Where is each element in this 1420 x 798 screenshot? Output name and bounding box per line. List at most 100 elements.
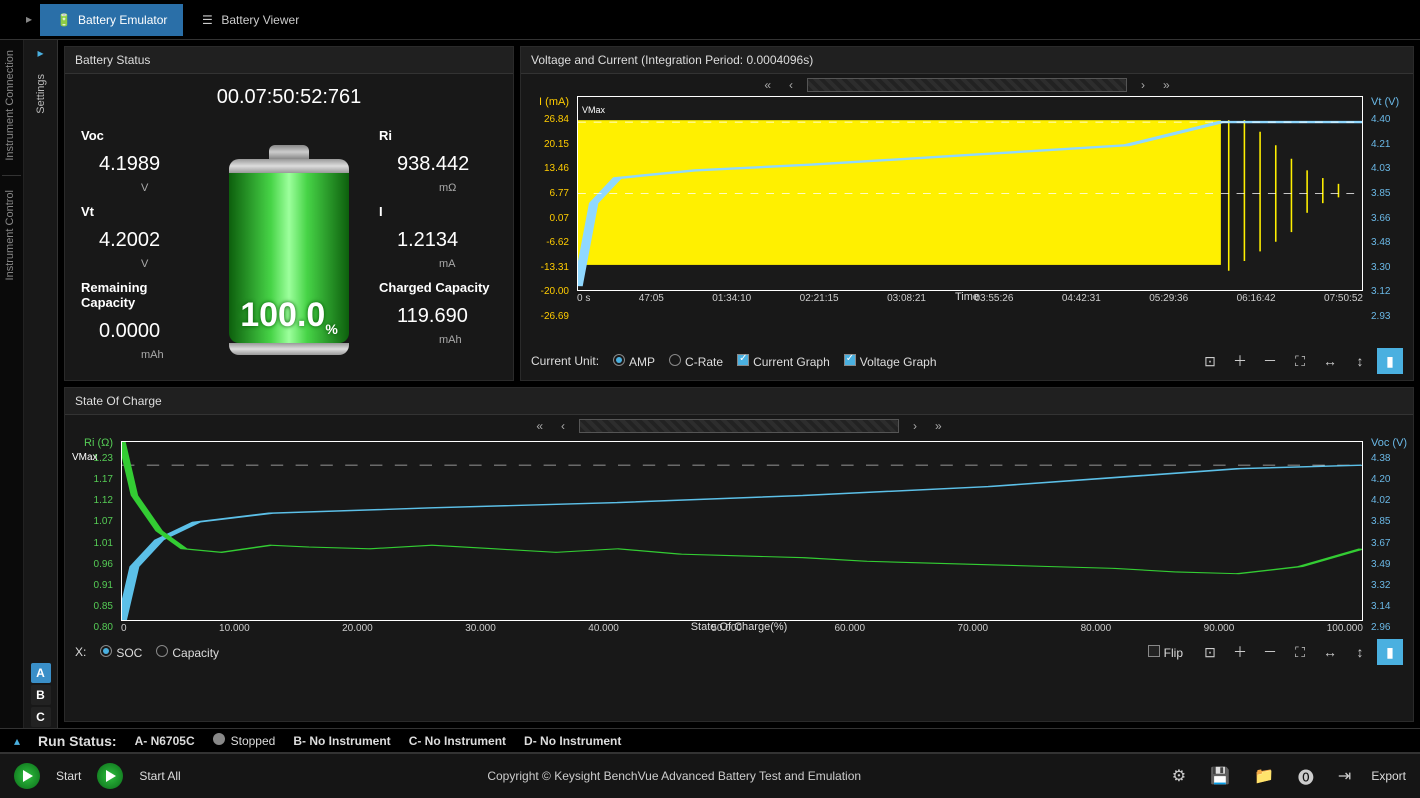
elapsed-time: 00.07:50:52:761 [71, 82, 507, 128]
right-y-ticks: 4.404.214.033.853.663.483.303.122.93 [1367, 114, 1413, 322]
remaining-capacity-unit: mAh [81, 349, 199, 361]
settings-label[interactable]: Settings [35, 66, 47, 122]
scroll-track[interactable] [807, 78, 1127, 92]
nav-first-icon[interactable]: « [760, 78, 775, 92]
sidebar-instrument-connection[interactable]: Instrument Connection [0, 40, 23, 171]
check-current-graph[interactable]: Current Graph [737, 354, 830, 369]
ri-value: 938.442 [379, 153, 497, 176]
right-axis-label: Vt (V) [1367, 96, 1413, 108]
soc-plot-area[interactable]: VMax [121, 441, 1363, 621]
zoom-out-icon[interactable]: － [1257, 639, 1283, 665]
vt-value: 4.2002 [81, 229, 199, 252]
battery-icon: 🔋 [56, 12, 72, 28]
voltage-current-panel: Voltage and Current (Integration Period:… [520, 46, 1414, 381]
scroll-track[interactable] [579, 419, 899, 433]
radio-soc[interactable]: SOC [100, 645, 142, 660]
nav-last-icon[interactable]: » [1159, 78, 1174, 92]
battery-graphic-icon: 100.0% [229, 145, 349, 355]
start-button-icon[interactable] [14, 763, 40, 789]
fit-icon[interactable]: ⛶ [1287, 639, 1313, 665]
zoom-region-icon[interactable]: ⊡ [1197, 639, 1223, 665]
check-flip[interactable]: Flip [1148, 645, 1183, 660]
left-sidebar: Instrument Connection Instrument Control [0, 40, 24, 753]
left-y-ticks: 26.8420.1513.466.770.07-6.62-13.31-20.00… [521, 114, 573, 322]
fit-x-icon[interactable]: ↔ [1317, 639, 1343, 665]
start-label: Start [56, 769, 81, 783]
i-value: 1.2134 [379, 229, 497, 252]
copyright-text: Copyright © Keysight BenchVue Advanced B… [487, 769, 861, 783]
zoom-in-icon[interactable]: ＋ [1227, 639, 1253, 665]
x-ticks: 010.00020.00030.00040.00050.00060.00070.… [121, 623, 1363, 634]
vt-label: Vt [81, 204, 199, 219]
vt-unit: V [81, 258, 199, 270]
i-unit: mA [379, 258, 497, 270]
voc-unit: V [81, 182, 199, 194]
fit-y-icon[interactable]: ↕ [1347, 348, 1373, 374]
vmax-annotation: VMax [582, 105, 605, 115]
settings-gear-icon[interactable]: ⚙ [1168, 766, 1190, 786]
cursor-icon[interactable]: ▮ [1377, 348, 1403, 374]
channel-c[interactable]: C [31, 707, 51, 727]
stack-icon: ☰ [199, 12, 215, 28]
settings-sidebar: ▸ Settings A B C D [24, 40, 58, 753]
remaining-capacity-value: 0.0000 [81, 320, 199, 343]
nav-prev-icon[interactable]: ‹ [557, 419, 569, 433]
expand-settings-icon[interactable]: ▸ [24, 40, 57, 66]
zoom-in-icon[interactable]: ＋ [1227, 348, 1253, 374]
scroll-nav: « ‹ › » [521, 74, 1413, 96]
tab-label: Battery Emulator [78, 13, 167, 27]
zoom-out-icon[interactable]: － [1257, 348, 1283, 374]
tab-battery-viewer[interactable]: ☰ Battery Viewer [183, 4, 315, 36]
panel-title: Battery Status [65, 47, 513, 74]
nav-first-icon[interactable]: « [532, 419, 547, 433]
nav-next-icon[interactable]: › [909, 419, 921, 433]
export-label[interactable]: Export [1371, 769, 1406, 783]
status-b: B- No Instrument [293, 734, 390, 748]
voc-value: 4.1989 [81, 153, 199, 176]
cursor-icon[interactable]: ▮ [1377, 639, 1403, 665]
start-all-label: Start All [139, 769, 180, 783]
left-axis-label: Ri (Ω) [65, 437, 117, 449]
status-a-state: Stopped [213, 733, 276, 748]
charged-capacity-unit: mAh [379, 334, 497, 346]
status-d: D- No Instrument [524, 734, 621, 748]
zoom-region-icon[interactable]: ⊡ [1197, 348, 1223, 374]
soc-panel: State Of Charge « ‹ › » Ri (Ω) Voc (V) 1… [64, 387, 1414, 722]
radio-amp[interactable]: AMP [613, 354, 655, 369]
chevron-right-icon[interactable]: ▸ [26, 12, 32, 26]
status-a: A- N6705C [135, 734, 195, 748]
x-mode-label: X: [75, 645, 86, 659]
radio-crate[interactable]: C-Rate [669, 354, 723, 369]
voc-label: Voc [81, 128, 199, 143]
bottom-bar: Start Start All Copyright © Keysight Ben… [0, 753, 1420, 798]
nav-next-icon[interactable]: › [1137, 78, 1149, 92]
vmax-annotation: VMax [72, 452, 98, 463]
remaining-capacity-label: Remaining Capacity [81, 280, 199, 310]
alert-icon[interactable]: ⓿ [1294, 764, 1318, 788]
charged-capacity-label: Charged Capacity [379, 280, 497, 295]
left-axis-label: I (mA) [521, 96, 573, 108]
top-tabs: 🔋 Battery Emulator ☰ Battery Viewer [0, 0, 1420, 40]
radio-capacity[interactable]: Capacity [156, 645, 219, 660]
tab-battery-emulator[interactable]: 🔋 Battery Emulator [40, 4, 183, 36]
nav-last-icon[interactable]: » [931, 419, 946, 433]
tab-label: Battery Viewer [221, 13, 299, 27]
sidebar-instrument-control[interactable]: Instrument Control [0, 180, 23, 290]
start-all-button-icon[interactable] [97, 763, 123, 789]
fit-x-icon[interactable]: ↔ [1317, 348, 1343, 374]
open-folder-icon[interactable]: 📁 [1250, 766, 1278, 786]
save-icon[interactable]: 💾 [1206, 766, 1234, 786]
fit-icon[interactable]: ⛶ [1287, 348, 1313, 374]
export-icon[interactable]: ⇥ [1334, 766, 1355, 786]
fit-y-icon[interactable]: ↕ [1347, 639, 1373, 665]
collapse-arrow-icon[interactable]: ▴ [14, 734, 20, 748]
check-voltage-graph[interactable]: Voltage Graph [844, 354, 937, 369]
x-ticks: 0 s47:0501:34:1002:21:1503:08:2103:55:26… [577, 293, 1363, 304]
nav-prev-icon[interactable]: ‹ [785, 78, 797, 92]
status-c: C- No Instrument [409, 734, 506, 748]
vc-plot-area[interactable]: VMax [577, 96, 1363, 291]
channel-b[interactable]: B [31, 685, 51, 705]
scroll-nav: « ‹ › » [65, 415, 1413, 437]
channel-a[interactable]: A [31, 663, 51, 683]
right-axis-label: Voc (V) [1367, 437, 1413, 449]
